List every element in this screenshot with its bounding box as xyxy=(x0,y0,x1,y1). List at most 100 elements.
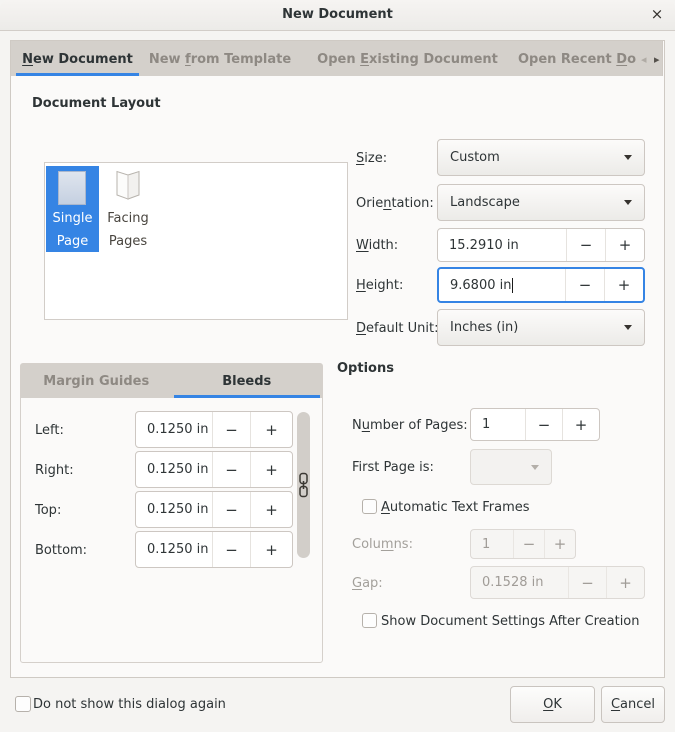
text-cursor xyxy=(512,278,513,293)
tab-label: Margin Guides xyxy=(43,374,149,389)
active-tab-underline xyxy=(16,73,139,76)
layout-item-facing-pages[interactable]: Facing Pages xyxy=(102,166,154,252)
tab-label: New from Template xyxy=(149,52,291,67)
number-of-pages-value: 1 xyxy=(482,417,490,432)
gap-label: Gap: xyxy=(352,576,383,591)
ok-button[interactable]: OK xyxy=(510,686,595,723)
layout-item-label: Single xyxy=(46,211,99,226)
layout-item-single-page[interactable]: Single Page xyxy=(46,166,99,252)
height-plus-button[interactable]: + xyxy=(604,269,643,301)
columns-minus-button[interactable]: − xyxy=(513,530,544,558)
tab-scroll-right-icon[interactable]: ▸ xyxy=(654,41,660,76)
tab-label: Open Existing Document xyxy=(317,52,498,67)
window-title: New Document xyxy=(0,7,675,22)
bleed-left-minus-button[interactable]: − xyxy=(212,412,250,447)
bleed-left-value: 0.1250 in xyxy=(147,422,208,437)
bleed-top-minus-button[interactable]: − xyxy=(212,492,250,527)
height-label: Height: xyxy=(356,278,403,293)
new-document-dialog: New Document × New Document New from Tem… xyxy=(0,0,675,732)
width-plus-button[interactable]: + xyxy=(605,229,644,261)
bleed-right-spinbox: 0.1250 in − + xyxy=(135,451,293,488)
width-input[interactable]: 15.2910 in xyxy=(438,229,566,261)
dont-show-again-label: Do not show this dialog again xyxy=(33,697,226,712)
width-spinbox: 15.2910 in − + xyxy=(437,228,645,262)
cancel-button[interactable]: Cancel xyxy=(601,686,665,723)
close-icon[interactable]: × xyxy=(648,5,666,23)
automatic-text-frames-checkbox[interactable] xyxy=(362,499,377,514)
bleed-bottom-label: Bottom: xyxy=(35,543,87,558)
show-document-settings-label: Show Document Settings After Creation xyxy=(381,614,640,629)
bleed-bottom-value: 0.1250 in xyxy=(147,542,208,557)
gap-spinbox: 0.1528 in − + xyxy=(470,566,645,599)
bleed-left-plus-button[interactable]: + xyxy=(250,412,292,447)
cancel-button-label: Cancel xyxy=(611,697,655,712)
bleed-right-plus-button[interactable]: + xyxy=(250,452,292,487)
bleed-right-minus-button[interactable]: − xyxy=(212,452,250,487)
tab-new-document[interactable]: New Document xyxy=(15,41,140,76)
bleed-top-plus-button[interactable]: + xyxy=(250,492,292,527)
width-minus-button[interactable]: − xyxy=(566,229,605,261)
tab-label: Open Recent Do xyxy=(518,52,636,67)
bleed-left-label: Left: xyxy=(35,423,64,438)
bleed-top-input[interactable]: 0.1250 in xyxy=(136,492,212,527)
columns-input[interactable]: 1 xyxy=(471,530,513,558)
bleed-top-value: 0.1250 in xyxy=(147,502,208,517)
gap-minus-button[interactable]: − xyxy=(568,567,606,598)
active-tab-underline xyxy=(174,395,321,398)
bleed-right-label: Right: xyxy=(35,463,74,478)
tab-new-from-template[interactable]: New from Template xyxy=(149,41,291,76)
bleed-bottom-minus-button[interactable]: − xyxy=(212,532,250,567)
tab-label: New Document xyxy=(22,52,133,67)
orientation-label: Orientation: xyxy=(356,196,434,211)
bleed-right-input[interactable]: 0.1250 in xyxy=(136,452,212,487)
bleed-bottom-input[interactable]: 0.1250 in xyxy=(136,532,212,567)
first-page-is-label: First Page is: xyxy=(352,460,434,475)
number-of-pages-minus-button[interactable]: − xyxy=(525,409,562,440)
link-values-toggle[interactable] xyxy=(297,412,310,558)
bleed-left-spinbox: 0.1250 in − + xyxy=(135,411,293,448)
number-of-pages-input[interactable]: 1 xyxy=(471,409,525,440)
height-minus-button[interactable]: − xyxy=(565,269,604,301)
columns-plus-button[interactable]: + xyxy=(544,530,575,558)
document-layout-heading: Document Layout xyxy=(32,96,161,111)
gap-input[interactable]: 0.1528 in xyxy=(471,567,568,598)
tab-open-existing-document[interactable]: Open Existing Document xyxy=(314,41,501,76)
tab-label: Bleeds xyxy=(222,374,271,389)
layout-item-label: Pages xyxy=(102,234,154,249)
bleed-bottom-spinbox: 0.1250 in − + xyxy=(135,531,293,568)
bleed-top-spinbox: 0.1250 in − + xyxy=(135,491,293,528)
tab-bar: New Document New from Template Open Exis… xyxy=(10,40,663,76)
facing-pages-icon xyxy=(110,168,146,210)
size-label: Size: xyxy=(356,151,387,166)
height-input[interactable]: 9.6800 in xyxy=(439,269,565,301)
bleed-left-input[interactable]: 0.1250 in xyxy=(136,412,212,447)
options-heading: Options xyxy=(337,361,394,376)
show-document-settings-checkbox[interactable] xyxy=(362,613,377,628)
bleed-top-label: Top: xyxy=(35,503,61,518)
width-value: 15.2910 in xyxy=(449,238,519,253)
gap-plus-button[interactable]: + xyxy=(606,567,644,598)
first-page-is-dropdown[interactable] xyxy=(470,449,552,485)
default-unit-label: Default Unit: xyxy=(356,321,438,336)
single-page-icon xyxy=(58,171,86,205)
default-unit-dropdown[interactable]: Inches (in) xyxy=(437,309,645,346)
orientation-value: Landscape xyxy=(450,195,520,210)
bleed-bottom-plus-button[interactable]: + xyxy=(250,532,292,567)
size-dropdown[interactable]: Custom xyxy=(437,139,645,176)
tab-bleeds[interactable]: Bleeds xyxy=(172,364,323,398)
number-of-pages-plus-button[interactable]: + xyxy=(562,409,599,440)
automatic-text-frames-label: Automatic Text Frames xyxy=(381,500,530,515)
default-unit-value: Inches (in) xyxy=(450,320,518,335)
layout-item-label: Page xyxy=(46,234,99,249)
dont-show-again-checkbox[interactable] xyxy=(15,696,31,712)
tab-open-recent-document[interactable]: Open Recent Do xyxy=(516,41,638,76)
number-of-pages-spinbox: 1 − + xyxy=(470,408,600,441)
dropdown-arrow-icon xyxy=(624,200,632,205)
tab-margin-guides[interactable]: Margin Guides xyxy=(21,364,172,398)
orientation-dropdown[interactable]: Landscape xyxy=(437,184,645,221)
columns-spinbox: 1 − + xyxy=(470,529,576,559)
dropdown-arrow-icon xyxy=(624,155,632,160)
tab-scroll-left-icon[interactable]: ◂ xyxy=(641,41,647,76)
number-of-pages-label: Number of Pages: xyxy=(352,418,468,433)
columns-label: Columns: xyxy=(352,537,413,552)
